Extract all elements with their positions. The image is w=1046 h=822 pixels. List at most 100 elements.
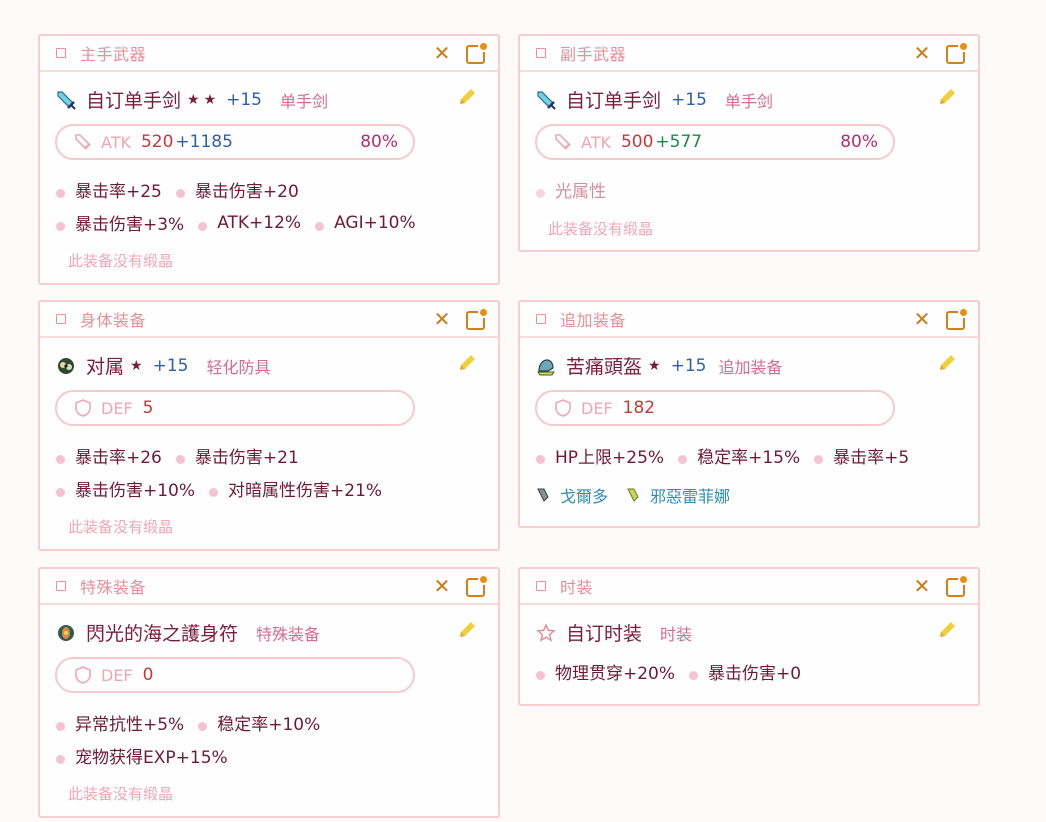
card-title: 时装: [560, 578, 594, 597]
stat-item: ATK+12%: [217, 212, 302, 233]
item-refine: +15: [226, 89, 263, 110]
item-stars: ★★: [187, 91, 221, 108]
stat-label: DEF: [581, 398, 613, 418]
stat-item: 宠物获得EXP+15%: [75, 748, 228, 768]
collapse-square-icon[interactable]: [536, 314, 546, 324]
stat-item: 暴击率+26: [75, 448, 162, 468]
popout-button[interactable]: [944, 307, 969, 331]
popout-button[interactable]: [464, 307, 489, 331]
no-crystal-text: 此装备没有缎晶: [68, 518, 174, 536]
item-refine: +15: [152, 355, 189, 376]
card-header: 身体装备 ✕: [40, 302, 498, 338]
sword-icon: [56, 90, 76, 110]
stat-item: AGI+10%: [334, 212, 416, 233]
popout-button[interactable]: [944, 41, 969, 65]
close-button[interactable]: ✕: [430, 574, 454, 598]
collapse-square-icon[interactable]: [56, 581, 66, 591]
crystal-name: 邪惡雷菲娜: [650, 486, 731, 506]
stat-item: HP上限+25%: [555, 448, 665, 468]
star-outline-icon: [536, 622, 556, 643]
item-name: 自订单手剑: [86, 90, 182, 112]
collapse-square-icon[interactable]: [56, 314, 66, 324]
item-name: 閃光的海之護身符: [86, 623, 239, 645]
shield-icon: [75, 399, 91, 417]
stat-item: 对暗属性伤害+21%: [228, 481, 383, 501]
card-title: 特殊装备: [80, 578, 147, 597]
stat-item: 异常抗性+5%: [75, 715, 185, 735]
close-button[interactable]: ✕: [430, 41, 454, 65]
stat-item: 稳定率+15%: [697, 448, 801, 468]
stat-item: 暴击伤害+3%: [75, 215, 185, 235]
stat-percent: 80%: [360, 132, 398, 152]
card-body-armor: 身体装备 ✕ 对属 ★ +15 轻化防具 DEF 5 暴击率+26 暴击伤害+2…: [38, 300, 500, 551]
close-button[interactable]: ✕: [910, 574, 934, 598]
stat-item: 暴击率+5: [833, 448, 910, 468]
card-main-weapon: 主手武器 ✕ 自订单手剑 ★★ +15 单手剑 ATK 520 +1185 80…: [38, 34, 500, 285]
stat-item: 稳定率+10%: [217, 715, 321, 735]
stat-bonus: +1185: [175, 132, 233, 152]
card-special: 特殊装备 ✕ 閃光的海之護身符 特殊装备 DEF 0 异常抗性+5% 稳定率+1…: [38, 567, 500, 818]
item-type: 单手剑: [280, 91, 329, 111]
def-stat-pill: DEF 5: [55, 390, 415, 426]
no-crystal-text: 此装备没有缎晶: [68, 252, 174, 270]
edit-pencil-icon[interactable]: [936, 619, 958, 641]
sword-outline-icon: [555, 134, 571, 150]
def-stat-pill: DEF 182: [535, 390, 895, 426]
crystal-icon: [537, 488, 549, 502]
close-button[interactable]: ✕: [910, 41, 934, 65]
item-stars: ★: [648, 357, 665, 374]
popout-button[interactable]: [464, 41, 489, 65]
no-crystal-text: 此装备没有缎晶: [548, 220, 654, 238]
popout-button[interactable]: [464, 574, 489, 598]
crystal-item: 邪惡雷菲娜: [626, 483, 730, 507]
edit-pencil-icon[interactable]: [456, 86, 478, 108]
card-header: 特殊装备 ✕: [40, 569, 498, 605]
card-header: 时装 ✕: [520, 569, 978, 605]
crystal-item: 戈爾多: [536, 483, 608, 507]
card-title: 追加装备: [560, 311, 627, 330]
item-name: 自订单手剑: [566, 90, 662, 112]
item-name: 自订时装: [566, 623, 643, 645]
stat-label: DEF: [101, 398, 133, 418]
card-header: 追加装备 ✕: [520, 302, 978, 338]
stat-base: 5: [142, 398, 154, 418]
item-type: 轻化防具: [206, 357, 271, 377]
stat-bonus: +577: [655, 132, 703, 152]
stat-item: 暴击伤害+21: [194, 448, 299, 468]
card-header: 副手武器 ✕: [520, 36, 978, 72]
item-type: 时装: [660, 624, 693, 644]
edit-pencil-icon[interactable]: [936, 86, 958, 108]
crystal-name: 戈爾多: [560, 486, 609, 506]
card-title: 主手武器: [80, 45, 147, 64]
amulet-icon: [56, 623, 76, 643]
shield-icon: [555, 399, 571, 417]
item-type: 特殊装备: [256, 624, 321, 644]
armor-icon: [56, 356, 76, 376]
sword-outline-icon: [75, 134, 91, 150]
stat-label: DEF: [101, 665, 133, 685]
popout-button[interactable]: [944, 574, 969, 598]
collapse-square-icon[interactable]: [536, 581, 546, 591]
close-button[interactable]: ✕: [430, 307, 454, 331]
element-text: 光属性: [555, 182, 606, 202]
collapse-square-icon[interactable]: [56, 48, 66, 58]
crystal-icon: [627, 488, 639, 502]
stat-label: ATK: [581, 132, 611, 152]
collapse-square-icon[interactable]: [536, 48, 546, 58]
edit-pencil-icon[interactable]: [456, 352, 478, 374]
sword-icon: [536, 90, 556, 110]
atk-stat-pill: ATK 520 +1185 80%: [55, 124, 415, 160]
stat-item: 暴击率+25: [75, 182, 162, 202]
helmet-icon: [536, 356, 556, 376]
item-stars: ★: [130, 357, 147, 374]
edit-pencil-icon[interactable]: [936, 352, 958, 374]
stat-base: 500: [620, 132, 654, 152]
card-header: 主手武器 ✕: [40, 36, 498, 72]
item-name: 苦痛頭盔: [566, 356, 643, 378]
stat-item: 暴击伤害+10%: [75, 481, 196, 501]
stat-percent: 80%: [840, 132, 878, 152]
close-button[interactable]: ✕: [910, 307, 934, 331]
edit-pencil-icon[interactable]: [456, 619, 478, 641]
no-crystal-text: 此装备没有缎晶: [68, 785, 174, 803]
stat-base: 182: [622, 398, 656, 418]
